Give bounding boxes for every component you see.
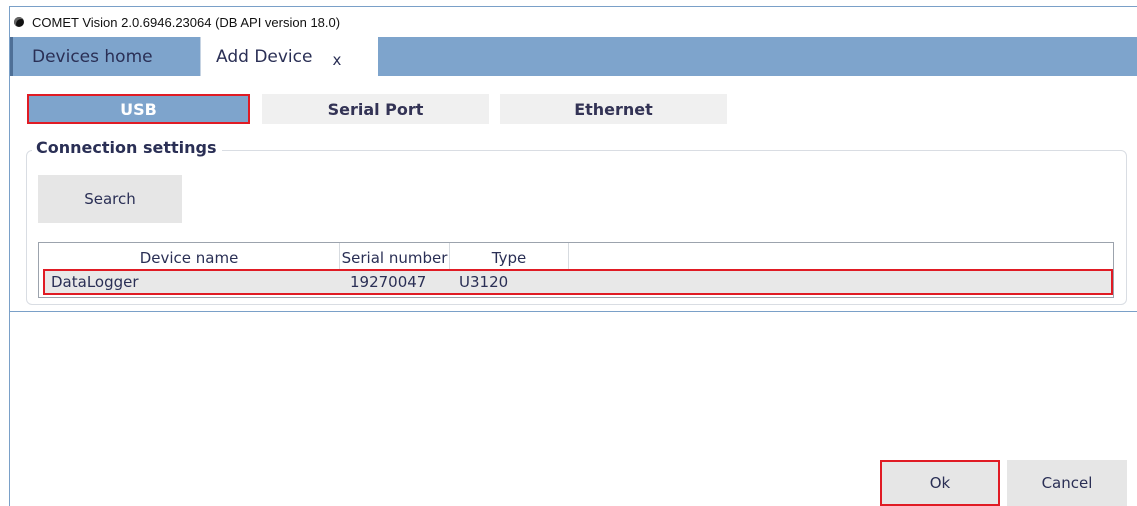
ethernet-mode-button[interactable]: Ethernet bbox=[500, 94, 727, 124]
cell-serial-number: 19270047 bbox=[350, 273, 427, 291]
column-header-type[interactable]: Type bbox=[450, 243, 569, 269]
cancel-button[interactable]: Cancel bbox=[1007, 460, 1127, 506]
title-bar: COMET Vision 2.0.6946.23064 (DB API vers… bbox=[10, 7, 1137, 37]
column-header-device-name[interactable]: Device name bbox=[39, 243, 340, 269]
app-logo-icon bbox=[14, 17, 24, 27]
section-divider bbox=[10, 311, 1137, 312]
table-row[interactable]: DataLogger 19270047 U3120 bbox=[43, 269, 1113, 295]
tab-add-device[interactable]: Add Device x bbox=[200, 37, 378, 76]
ok-button[interactable]: Ok bbox=[880, 460, 1000, 506]
cell-device-name: DataLogger bbox=[51, 273, 139, 291]
table-header: Device name Serial number Type bbox=[39, 243, 1113, 269]
column-header-serial-number[interactable]: Serial number bbox=[340, 243, 450, 269]
close-tab-icon[interactable]: x bbox=[332, 51, 341, 69]
tab-bar: Devices home Add Device x bbox=[10, 37, 1137, 76]
device-table: Device name Serial number Type DataLogge… bbox=[38, 242, 1114, 298]
usb-mode-button[interactable]: USB bbox=[27, 94, 250, 124]
tab-label: Devices home bbox=[32, 46, 153, 67]
window-title: COMET Vision 2.0.6946.23064 (DB API vers… bbox=[32, 14, 341, 30]
serial-port-mode-button[interactable]: Serial Port bbox=[262, 94, 489, 124]
tab-label: Add Device bbox=[216, 46, 313, 67]
tab-devices-home[interactable]: Devices home bbox=[10, 37, 200, 76]
connection-settings-legend: Connection settings bbox=[32, 138, 223, 157]
search-button[interactable]: Search bbox=[38, 175, 182, 223]
cell-type: U3120 bbox=[459, 273, 509, 291]
